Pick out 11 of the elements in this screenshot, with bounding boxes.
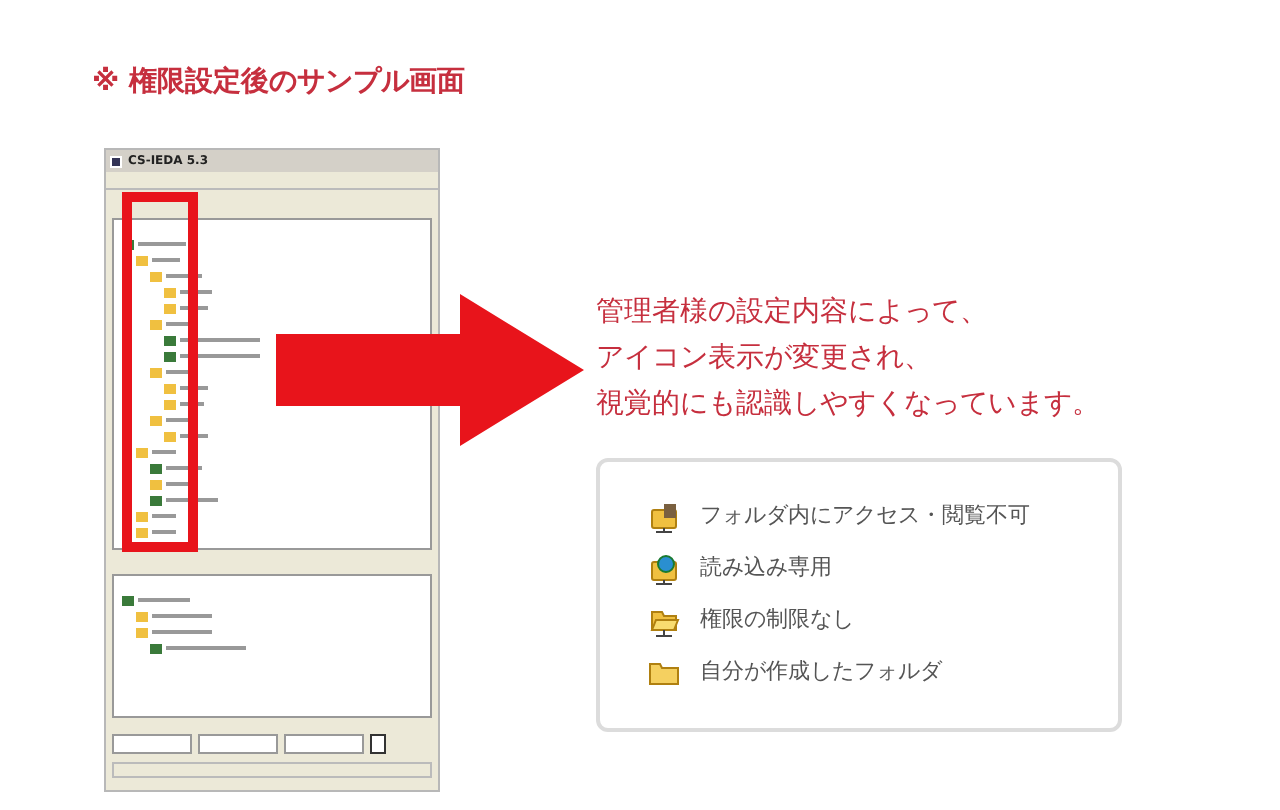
arrow-icon	[276, 294, 584, 446]
legend-label: フォルダ内にアクセス・閲覧不可	[700, 499, 1030, 532]
legend-label: 読み込み専用	[700, 551, 832, 584]
locked-folder-icon	[648, 499, 680, 533]
message-line: 視覚的にも認識しやすくなっています。	[596, 386, 1100, 424]
globe-folder-icon	[648, 551, 680, 585]
message-line: 管理者様の設定内容によって、	[596, 294, 990, 332]
message-line: アイコン表示が変更され、	[596, 340, 934, 378]
page-heading: ※ 権限設定後のサンプル画面	[92, 63, 465, 102]
legend-label: 権限の制限なし	[700, 603, 854, 636]
legend-label: 自分が作成したフォルダ	[700, 655, 942, 688]
